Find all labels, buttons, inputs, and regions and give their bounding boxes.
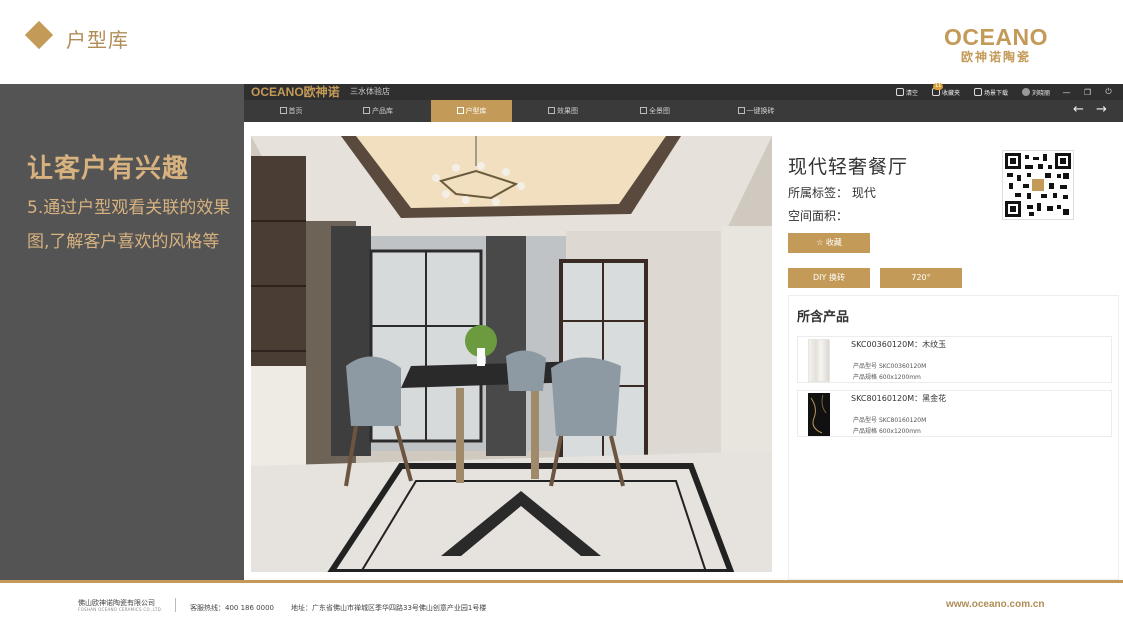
power-button[interactable]: ⏻	[1104, 87, 1113, 97]
favorite-button[interactable]: ☆ 收藏	[788, 233, 870, 253]
tab-label: 一键换砖	[746, 107, 775, 115]
tab-home[interactable]: 首页	[266, 100, 316, 122]
model-label: 产品型号	[853, 417, 878, 424]
favorites-badge: 11	[932, 82, 944, 90]
grid-icon	[363, 107, 370, 114]
restore-button[interactable]: ❐	[1083, 88, 1092, 97]
product-name: SKC00360120M：木纹玉	[851, 340, 947, 349]
user-name: 刘晓丽	[1031, 89, 1050, 97]
back-arrow-icon[interactable]: ←	[1073, 100, 1084, 122]
size-label: 产品规格	[853, 374, 878, 381]
minimize-button[interactable]: —	[1062, 88, 1071, 97]
size-label: 产品规格	[853, 428, 878, 435]
left-heading: 让客户有兴趣	[27, 154, 190, 184]
left-description: 5.通过户型观看关联的效果图,了解客户喜欢的风格等	[27, 198, 231, 252]
image-icon	[548, 107, 555, 114]
brand-logo-en: OCEANO	[944, 24, 1048, 50]
diy-tile-button[interactable]: DIY 换砖	[788, 268, 870, 288]
tab-floorplan-library[interactable]: 户型库	[431, 100, 512, 122]
dining-room-illustration	[251, 136, 772, 572]
size-value: 600x1200mm	[878, 374, 921, 381]
panorama-icon	[640, 107, 647, 114]
view-720-button[interactable]: 720°	[880, 268, 962, 288]
product-thumbnail	[808, 339, 830, 382]
product-name: SKC80160120M：黑金花	[851, 394, 947, 403]
area-row: 空间面积：	[788, 207, 848, 224]
size-value: 600x1200mm	[878, 428, 921, 435]
qr-code	[1002, 150, 1074, 220]
product-model-row: 产品型号 SKC80160120M	[853, 415, 926, 424]
products-panel: 所含产品 SKC00360120M：木纹玉 产品型号 SKC00360120M …	[788, 295, 1119, 580]
slide-header: 户型库 OCEANO 欧神诺陶瓷	[0, 0, 1123, 84]
home-icon	[279, 107, 287, 114]
product-model-row: 产品型号 SKC00360120M	[853, 361, 926, 370]
avatar-icon	[1021, 88, 1030, 96]
tab-renderings[interactable]: 效果图	[538, 100, 588, 122]
products-title: 所含产品	[797, 310, 850, 325]
model-label: 产品型号	[853, 363, 878, 370]
address: 地址：广东省佛山市禅城区季华四路33号佛山创意产业园1号楼	[291, 604, 487, 612]
brand-logo: OCEANO 欧神诺陶瓷	[941, 24, 1051, 68]
floorplan-icon	[456, 107, 464, 114]
download-icon	[973, 88, 982, 96]
diamond-icon	[24, 20, 54, 50]
title-bar: OCEANO欧神诺 三水体验店 清空 11 收藏夹 场景下载 刘晓丽 — ❐ ⏻	[244, 82, 1123, 100]
room-rendering-image[interactable]	[251, 136, 772, 572]
product-size-row: 产品规格 600x1200mm	[853, 372, 921, 381]
company-name-en: FOSHAN OCEANO CERAMICS CO.,LTD.	[78, 607, 163, 612]
model-value: SKC00360120M	[878, 363, 927, 370]
product-size-row: 产品规格 600x1200mm	[853, 426, 921, 435]
scene-download-label: 场景下载	[983, 89, 1008, 97]
toolbar-actions: 清空 11 收藏夹 场景下载 刘晓丽 — ❐ ⏻	[882, 82, 1113, 100]
tab-product-library[interactable]: 产品库	[352, 100, 404, 122]
marble-texture	[810, 394, 827, 434]
brand-logo-cn: 欧神诺陶瓷	[960, 50, 1031, 64]
slide-title: 户型库	[66, 28, 129, 52]
tag-value: 现代	[851, 186, 876, 200]
model-value: SKC80160120M	[878, 417, 927, 424]
favorites-label: 收藏夹	[941, 89, 960, 97]
footer: 佛山欧神诺陶瓷有限公司 FOSHAN OCEANO CERAMICS CO.,L…	[0, 583, 1123, 631]
tab-label: 首页	[288, 107, 303, 115]
tab-one-click-tile-swap[interactable]: 一键换砖	[726, 100, 786, 122]
product-thumbnail	[808, 393, 830, 436]
tab-panorama[interactable]: 全景图	[628, 100, 682, 122]
tag-label: 所属标签：	[788, 186, 849, 200]
qr-code-image	[1005, 153, 1071, 217]
product-card[interactable]: SKC00360120M：木纹玉 产品型号 SKC00360120M 产品规格 …	[797, 336, 1112, 383]
nav-bar: 首页 产品库 户型库 效果图 全景图 一键换砖 ← →	[244, 100, 1123, 122]
product-card[interactable]: SKC80160120M：黑金花 产品型号 SKC80160120M 产品规格 …	[797, 390, 1112, 437]
room-title: 现代轻奢餐厅	[788, 156, 909, 178]
hotline: 客服热线：400 186 0000	[190, 604, 274, 612]
user-menu[interactable]: 刘晓丽	[1021, 88, 1050, 97]
tab-label: 户型库	[465, 107, 487, 115]
swap-icon	[737, 107, 745, 114]
tab-label: 产品库	[372, 107, 393, 115]
left-panel: 让客户有兴趣 5.通过户型观看关联的效果图,了解客户喜欢的风格等	[0, 84, 244, 580]
tab-label: 全景图	[649, 107, 670, 115]
tag-row: 所属标签： 现代	[788, 184, 876, 201]
store-name: 三水体验店	[350, 87, 390, 96]
app-logo: OCEANO欧神诺	[251, 85, 340, 99]
app-window: OCEANO欧神诺 三水体验店 清空 11 收藏夹 场景下载 刘晓丽 — ❐ ⏻	[244, 82, 1123, 580]
area-label: 空间面积：	[788, 209, 849, 223]
footer-separator	[175, 598, 176, 612]
website-link[interactable]: www.oceano.com.cn	[946, 599, 1045, 610]
forward-arrow-icon[interactable]: →	[1096, 100, 1107, 122]
scene-download-button[interactable]: 场景下载	[973, 88, 1008, 97]
clear-label: 清空	[905, 89, 918, 97]
clear-button[interactable]: 清空	[895, 88, 918, 97]
favorites-button[interactable]: 11 收藏夹	[931, 82, 960, 97]
clear-icon	[895, 88, 904, 96]
tab-label: 效果图	[557, 107, 578, 115]
